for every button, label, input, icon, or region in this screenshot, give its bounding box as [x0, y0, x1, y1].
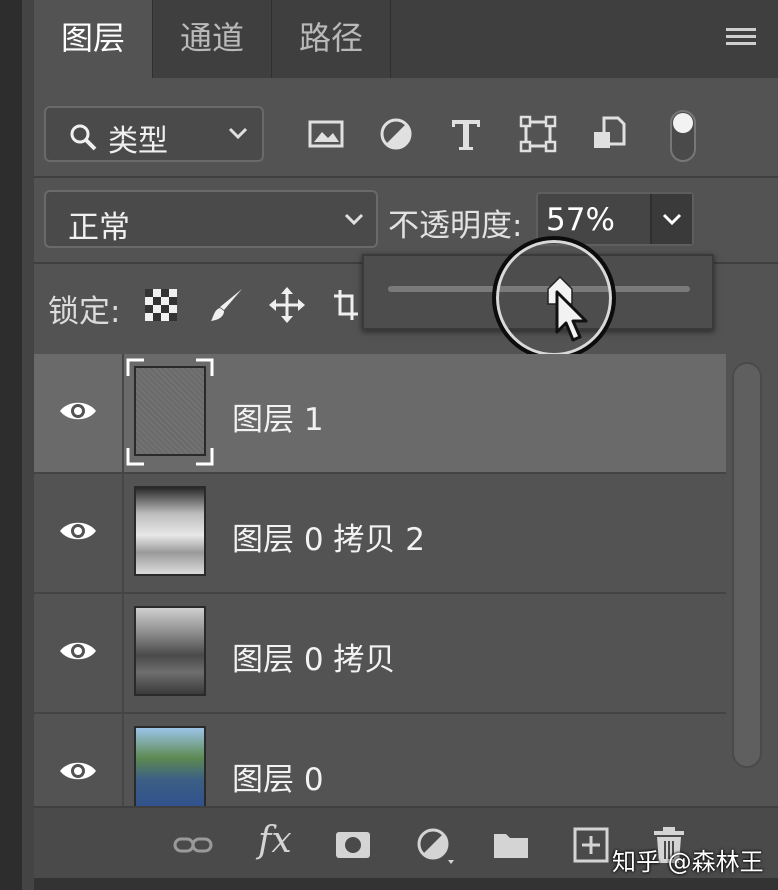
- lock-artboard-icon[interactable]: [332, 286, 358, 324]
- eye-icon[interactable]: [58, 398, 98, 424]
- layer-row[interactable]: 图层 1: [34, 354, 726, 474]
- chevron-down-icon: [228, 127, 248, 140]
- panel-menu-icon[interactable]: [726, 28, 756, 50]
- fx-icon[interactable]: fx: [258, 820, 292, 861]
- blend-mode-select[interactable]: 正常: [44, 190, 378, 248]
- layer-name[interactable]: 图层 0 拷贝 2: [232, 514, 425, 559]
- eye-icon[interactable]: [58, 758, 98, 784]
- new-layer-icon[interactable]: [570, 824, 612, 866]
- chevron-down-icon: [344, 213, 364, 226]
- layer-list-scrollbar[interactable]: [732, 362, 762, 768]
- layer-name[interactable]: 图层 1: [232, 394, 324, 439]
- layers-panel: 图层 通道 路径 类型 正常 不透明度: 57% 锁定: 图层 1 图层 0 拷…: [34, 0, 778, 890]
- layer-name[interactable]: 图层 0: [232, 754, 324, 799]
- opacity-dropdown-button[interactable]: [650, 194, 692, 244]
- tab-channels[interactable]: 通道: [153, 0, 271, 78]
- filter-type-select[interactable]: 类型: [44, 106, 264, 162]
- tab-paths[interactable]: 路径: [272, 0, 390, 78]
- smart-object-filter-icon[interactable]: [590, 114, 630, 154]
- lock-image-pixels-icon[interactable]: [208, 286, 246, 324]
- layer-thumbnail[interactable]: [134, 486, 206, 576]
- mouse-cursor-icon: [555, 290, 588, 342]
- layer-row[interactable]: 图层 0 拷贝: [34, 594, 726, 714]
- opacity-value[interactable]: 57%: [546, 202, 615, 238]
- image-filter-icon[interactable]: [306, 114, 346, 154]
- new-group-icon[interactable]: [490, 824, 532, 866]
- layer-row[interactable]: 图层 0: [34, 714, 726, 806]
- blend-mode-value: 正常: [68, 210, 130, 246]
- layer-thumbnail[interactable]: [134, 606, 206, 696]
- panel-bottom-edge: [34, 878, 778, 890]
- visibility-cell[interactable]: [34, 354, 124, 472]
- opacity-label: 不透明度:: [388, 208, 523, 244]
- eye-icon[interactable]: [58, 638, 98, 664]
- chevron-down-icon: [662, 213, 682, 226]
- lock-transparent-pixels-icon[interactable]: [142, 286, 180, 324]
- visibility-cell[interactable]: [34, 474, 124, 592]
- panel-tab-bar: 图层 通道 路径: [34, 0, 778, 78]
- tab-layers[interactable]: 图层: [34, 0, 152, 78]
- divider: [34, 176, 778, 178]
- adjustment-filter-icon[interactable]: [376, 114, 416, 154]
- selection-brackets: [126, 358, 214, 466]
- layer-row[interactable]: 图层 0 拷贝 2: [34, 474, 726, 594]
- lock-position-icon[interactable]: [268, 286, 306, 324]
- tab-divider: [390, 0, 391, 78]
- toggle-knob: [673, 113, 693, 133]
- lock-label: 锁定:: [48, 294, 121, 330]
- visibility-cell[interactable]: [34, 594, 124, 712]
- visibility-cell[interactable]: [34, 714, 124, 806]
- left-dock-strip: [0, 0, 35, 890]
- eye-icon[interactable]: [58, 518, 98, 544]
- search-icon: [70, 124, 97, 151]
- link-layers-icon[interactable]: [172, 824, 214, 866]
- layer-thumbnail[interactable]: [134, 726, 206, 806]
- filter-type-label: 类型: [108, 124, 168, 159]
- filter-toggle-switch[interactable]: [670, 110, 696, 162]
- add-mask-icon[interactable]: [332, 824, 374, 866]
- shape-filter-icon[interactable]: [518, 114, 558, 154]
- type-filter-icon[interactable]: [446, 114, 486, 154]
- watermark-text: 知乎 @森林王: [612, 848, 764, 876]
- adjustment-layer-icon[interactable]: [414, 824, 456, 866]
- layer-name[interactable]: 图层 0 拷贝: [232, 634, 395, 679]
- layer-list: 图层 1 图层 0 拷贝 2 图层 0 拷贝 图层 0: [34, 354, 726, 806]
